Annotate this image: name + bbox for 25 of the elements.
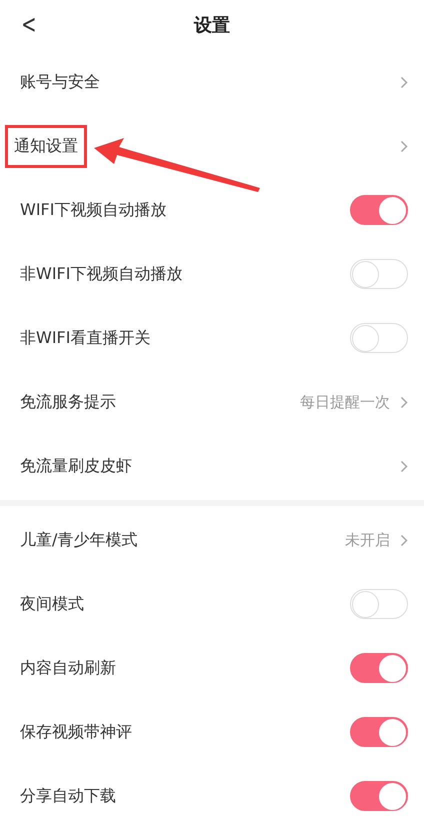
chevron-icon[interactable]	[400, 76, 408, 88]
toggle-switch[interactable]	[350, 653, 408, 683]
toggle-switch[interactable]	[350, 195, 408, 225]
page-title: 设置	[194, 14, 230, 37]
toggle-switch[interactable]	[350, 717, 408, 747]
toggle-switch[interactable]	[350, 781, 408, 811]
setting-label: WIFI下视频自动播放	[20, 198, 166, 220]
setting-label: 内容自动刷新	[20, 656, 116, 678]
setting-value: 每日提醒一次	[300, 392, 390, 412]
setting-value: 未开启	[345, 530, 390, 550]
setting-label[interactable]: 免流服务提示	[20, 384, 116, 420]
setting-label[interactable]: 账号与安全	[20, 64, 100, 100]
chevron-icon[interactable]	[400, 460, 408, 472]
setting-label: 保存视频带神评	[20, 720, 132, 742]
setting-label: 非WIFI看直播开关	[20, 326, 150, 348]
highlighted-setting-label[interactable]: 通知设置	[8, 128, 84, 164]
chevron-icon[interactable]	[400, 140, 408, 152]
setting-label: 非WIFI下视频自动播放	[20, 262, 182, 284]
back-button[interactable]: <	[17, 10, 41, 40]
chevron-icon[interactable]	[400, 534, 408, 546]
setting-label[interactable]: 儿童/青少年模式	[20, 522, 138, 558]
setting-label[interactable]: 免流量刷皮皮虾	[20, 448, 132, 484]
chevron-icon[interactable]	[400, 396, 408, 408]
setting-label: 分享自动下载	[20, 784, 116, 806]
setting-label: 夜间模式	[20, 592, 84, 614]
